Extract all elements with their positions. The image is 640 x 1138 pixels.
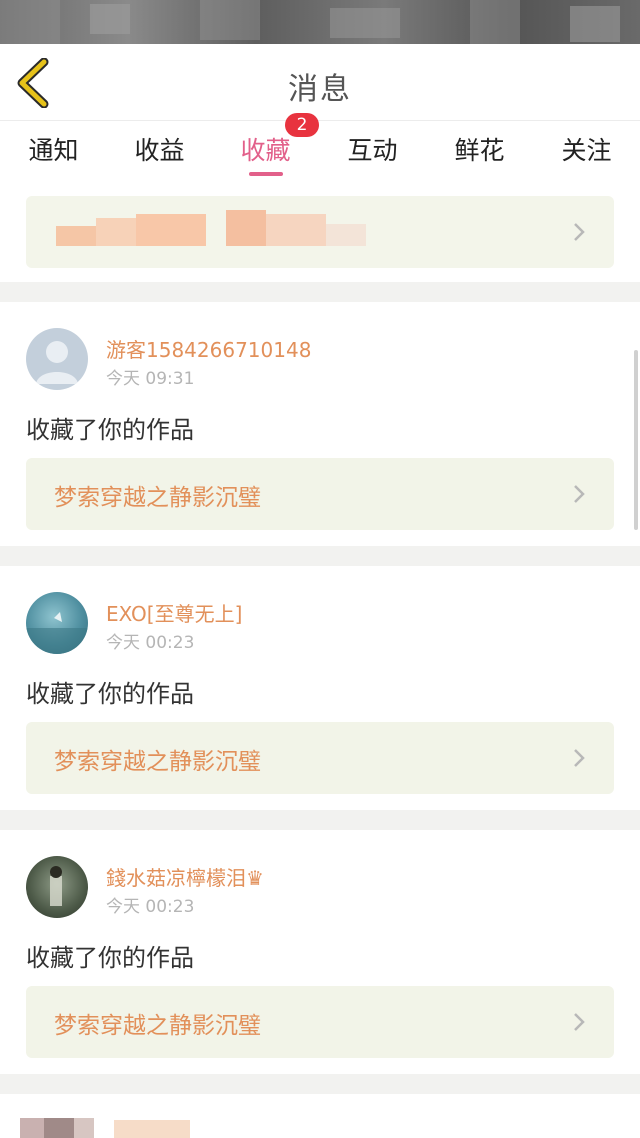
timestamp: 今天 09:31 [106,369,195,389]
avatar[interactable] [26,328,88,390]
chevron-right-icon [574,1013,585,1031]
username[interactable]: 錢水菇凉檸檬泪♛ [106,862,264,891]
timestamp: 今天 00:23 [106,633,195,653]
tab-interaction[interactable]: 互动 [319,131,426,167]
notification-item: 錢水菇凉檸檬泪♛ 今天 00:23 收藏了你的作品 梦索穿越之静影沉璧 [0,830,640,1074]
page-title: 消息 [288,72,352,107]
username[interactable]: 游客1584266710148 [106,334,311,363]
tab-badge: 2 [285,113,319,137]
work-title: 梦索穿越之静影沉璧 [54,749,261,775]
avatar-image [50,866,62,906]
tab-flowers[interactable]: 鲜花 [426,131,533,167]
work-link[interactable]: 梦索穿越之静影沉璧 [26,722,614,794]
chevron-right-icon [574,223,585,241]
work-title: 梦索穿越之静影沉璧 [54,485,261,511]
tab-earnings[interactable]: 收益 [106,131,213,167]
username[interactable]: EXO[至尊无上] [106,598,242,627]
message-text: 收藏了你的作品 [26,680,194,708]
work-title: 梦索穿越之静影沉璧 [54,1013,261,1039]
avatar[interactable] [26,856,88,918]
chevron-right-icon [574,485,585,503]
notification-item-partial [0,1094,640,1138]
timestamp: 今天 00:23 [106,897,195,917]
active-tab-indicator [249,172,283,176]
work-link[interactable]: 梦索穿越之静影沉璧 [26,986,614,1058]
tab-notice[interactable]: 通知 [0,131,107,167]
work-link[interactable]: 梦索穿越之静影沉璧 [26,458,614,530]
default-user-icon [36,341,78,384]
message-text: 收藏了你的作品 [26,416,194,444]
avatar-image [26,612,88,654]
scrollbar[interactable] [634,350,638,530]
banner-link[interactable] [26,196,614,268]
notification-item: EXO[至尊无上] 今天 00:23 收藏了你的作品 梦索穿越之静影沉璧 [0,566,640,810]
avatar[interactable] [26,592,88,654]
chevron-right-icon [574,749,585,767]
notification-item: 游客1584266710148 今天 09:31 收藏了你的作品 梦索穿越之静影… [0,302,640,546]
nav-bar: 消息 [0,44,640,120]
message-text: 收藏了你的作品 [26,944,194,972]
tab-bar: 通知 收益 收藏 互动 鲜花 关注 [0,120,640,183]
banner-card [0,182,640,282]
tab-follow[interactable]: 关注 [533,131,640,167]
